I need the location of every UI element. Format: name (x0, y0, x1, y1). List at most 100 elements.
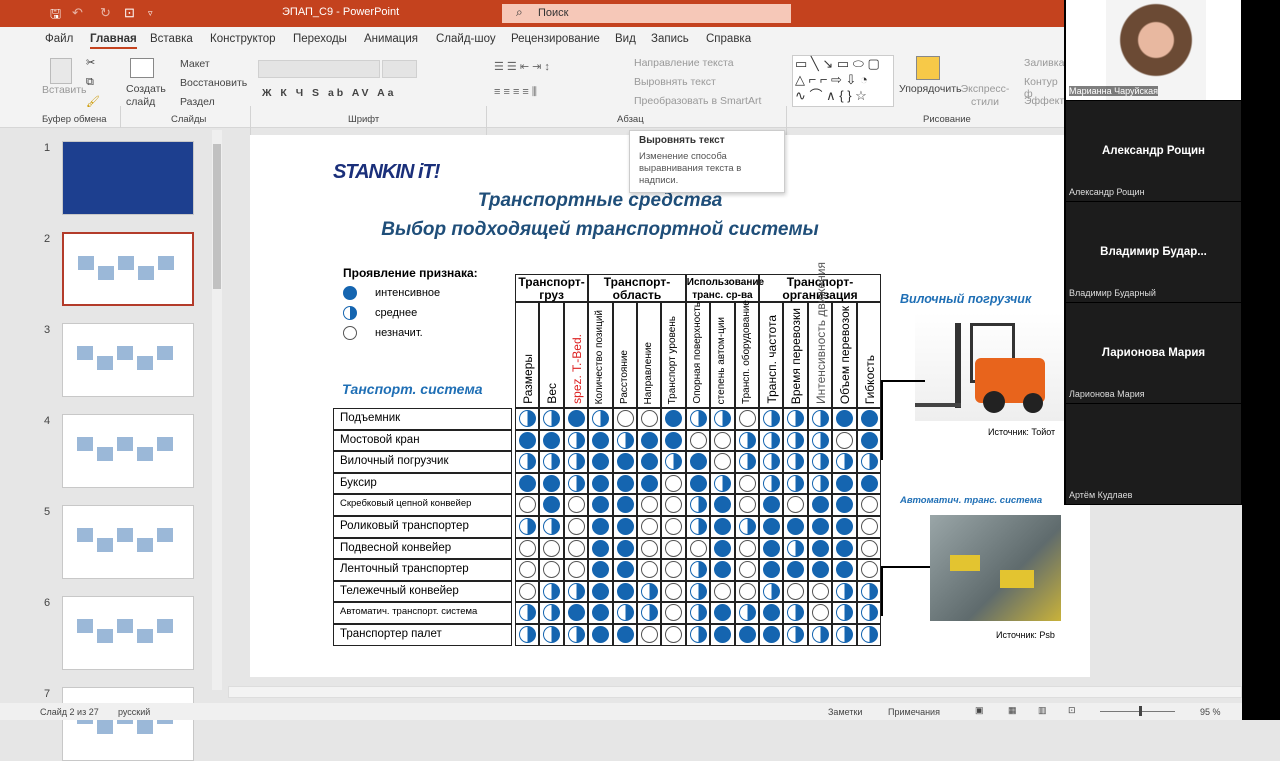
matrix-cell (856, 472, 881, 495)
paste-button[interactable]: Вставить (42, 84, 87, 96)
shape-fill-button[interactable]: Заливка (1024, 57, 1064, 69)
new-slide-icon[interactable] (130, 58, 154, 78)
participant-tile[interactable]: Александр Рощин Александр Рощин (1066, 101, 1241, 201)
slide-canvas[interactable]: STANKIN iT! Транспортные средства Выбор … (250, 135, 1090, 677)
zoom-level[interactable]: 95 % (1200, 707, 1221, 717)
matrix-cell (637, 580, 662, 603)
copy-icon[interactable]: ⧉ (86, 76, 94, 89)
participant-tile[interactable]: Марианна Чаруйская (1066, 0, 1241, 100)
matrix-cell (563, 537, 589, 560)
tab-2[interactable]: Вставка (150, 33, 193, 45)
tab-7[interactable]: Рецензирование (511, 33, 600, 45)
rating-circle-icon (763, 518, 780, 535)
save-icon[interactable]: 🖫 (50, 5, 61, 27)
tab-10[interactable]: Справка (706, 33, 751, 45)
tab-8[interactable]: Вид (615, 33, 636, 45)
thumb-graphic (98, 266, 114, 280)
paste-icon[interactable] (50, 58, 72, 84)
format-painter-icon[interactable]: 🖌 (86, 95, 100, 108)
participant-tile[interactable]: Владимир Будар... Владимир Бударный (1066, 202, 1241, 302)
tab-0[interactable]: Файл (45, 33, 73, 45)
font-name-select[interactable] (258, 60, 380, 78)
matrix-cell (832, 494, 857, 516)
text-direction-button[interactable]: Направление текста (634, 57, 734, 69)
tab-9[interactable]: Запись (651, 33, 689, 45)
rating-circle-icon (567, 539, 585, 557)
cut-icon[interactable]: ✂ (86, 56, 95, 69)
search-input[interactable]: ⌕ Поиск (502, 4, 791, 23)
arrange-button[interactable]: Упорядочить (899, 83, 961, 95)
participant-tile[interactable]: Ларионова Мария Ларионова Мария (1066, 303, 1241, 403)
language[interactable]: русский (118, 707, 150, 717)
rating-circle-icon (519, 410, 536, 427)
horizontal-scrollbar[interactable] (228, 686, 1242, 698)
zoom-slider-thumb[interactable] (1139, 706, 1142, 716)
slide-thumbnail[interactable] (62, 232, 194, 306)
column-header-label: Гибкость (862, 354, 877, 404)
matrix-cell (685, 624, 711, 646)
notes-button[interactable]: Заметки (828, 707, 862, 717)
matrix-cell (734, 580, 759, 603)
rating-circle-icon (519, 626, 536, 643)
tab-1[interactable]: Главная (90, 33, 137, 49)
slide-thumbnail[interactable] (62, 414, 194, 488)
slide-thumbnail[interactable] (62, 141, 194, 215)
normal-view-icon[interactable]: ▣ (975, 705, 984, 716)
new-slide-button[interactable]: Создать слайд (126, 83, 166, 109)
participant-tile[interactable]: Артём Кудлаев (1066, 404, 1241, 504)
matrix-cell (661, 451, 686, 473)
rating-circle-icon (616, 496, 634, 514)
thumbnails-scrollbar[interactable] (212, 130, 222, 690)
matrix-cell (685, 472, 711, 495)
section-button[interactable]: Раздел (180, 96, 215, 108)
matrix-cell (807, 451, 833, 473)
row-label: Скребковый цепной конвейер (333, 494, 512, 516)
font-format-buttons[interactable]: Ж К Ч S ab AV Aa (262, 87, 397, 99)
rating-circle-icon (616, 474, 634, 492)
rating-circle-icon (860, 496, 878, 514)
column-header: Опорная поверхность (685, 302, 711, 408)
matrix-cell (734, 559, 759, 581)
present-icon[interactable]: ⊡ (124, 5, 135, 21)
layout-button[interactable]: Макет (180, 58, 210, 70)
reset-button[interactable]: Восстановить (180, 77, 247, 89)
matrix-cell (515, 451, 540, 473)
slide-thumbnail[interactable] (62, 596, 194, 670)
zoom-slider[interactable] (1100, 711, 1175, 712)
customize-icon[interactable]: ▿ (148, 8, 153, 19)
slide-thumbnail[interactable] (62, 505, 194, 579)
rating-circle-icon (543, 410, 561, 427)
shapes-gallery[interactable]: ▭ ╲ ↘ ▭ ⬭ ▢ △ ⌐ ⌐ ⇨ ⇩ ◔ ∿ ⌒ ∧ { } ☆ (792, 55, 894, 107)
comments-button[interactable]: Примечания (888, 707, 940, 717)
matrix-cell (807, 602, 833, 624)
rating-circle-icon (787, 626, 805, 643)
align-icons[interactable]: ≡ ≡ ≡ ≡ ⫼ (494, 86, 537, 99)
stankin-logo: STANKIN iT! (333, 161, 440, 183)
reading-view-icon[interactable]: ▥ (1038, 705, 1047, 716)
bullets-icon[interactable]: ☰ ☰ ⇤ ⇥ ↕ (494, 60, 550, 73)
legend-circle-icon (343, 306, 357, 320)
tab-3[interactable]: Конструктор (210, 33, 276, 45)
slideshow-icon[interactable]: ⊡ (1068, 705, 1076, 716)
tab-6[interactable]: Слайд-шоу (436, 33, 496, 45)
slide-title-line1: Транспортные средства (477, 190, 723, 211)
redo-icon[interactable]: ↻ (100, 5, 111, 21)
tab-5[interactable]: Анимация (364, 33, 418, 45)
sorter-view-icon[interactable]: ▦ (1008, 705, 1017, 716)
rating-circle-icon (860, 431, 878, 449)
align-text-button[interactable]: Выровнять текст (634, 76, 716, 88)
tab-4[interactable]: Переходы (293, 33, 347, 45)
undo-icon[interactable]: ↶ (72, 5, 83, 21)
quick-styles-button[interactable]: Экспресс-стили (960, 83, 1010, 109)
matrix-cell (734, 408, 759, 430)
slide-thumbnail[interactable] (62, 323, 194, 397)
smartart-button[interactable]: Преобразовать в SmartArt (634, 95, 761, 107)
column-header: Гибкость (856, 302, 881, 408)
font-size-select[interactable] (382, 60, 417, 78)
tooltip-title: Выровнять текст (639, 135, 725, 146)
matrix-cell (807, 537, 833, 560)
slide-thumbnail[interactable] (62, 687, 194, 761)
arrange-icon[interactable] (916, 56, 940, 80)
thumb-graphic (117, 346, 133, 360)
matrix-cell (588, 429, 613, 452)
